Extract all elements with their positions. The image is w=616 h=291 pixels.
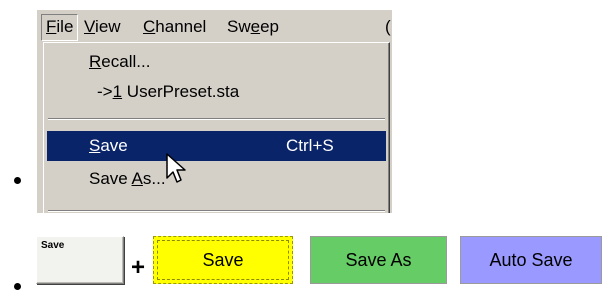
menu-item-save-as[interactable]: Save As... bbox=[47, 164, 386, 194]
auto-save-button[interactable]: Auto Save bbox=[460, 236, 602, 284]
save-as-label: Save As... bbox=[89, 169, 166, 188]
menu-sweep-key: e bbox=[250, 17, 261, 36]
menu-channel[interactable]: Channel bbox=[143, 17, 206, 37]
menu-file[interactable]: File bbox=[41, 14, 79, 41]
plus-sign: + bbox=[131, 254, 146, 281]
save-shortcut: Ctrl+S bbox=[286, 136, 334, 155]
recall-label: Recall... bbox=[89, 52, 151, 71]
menu-item-recall[interactable]: Recall... bbox=[47, 47, 386, 77]
save-label: Save bbox=[89, 136, 128, 155]
file-dropdown-menu: Recall... ->1 UserPreset.sta Save Ctrl+S… bbox=[43, 42, 390, 213]
mouse-pointer-icon bbox=[166, 153, 186, 183]
menu-file-key: F bbox=[46, 17, 57, 36]
menu-file-rest: ile bbox=[56, 17, 74, 36]
menu-sweep-b: ep bbox=[260, 17, 280, 36]
recent-prefix: -> bbox=[97, 82, 113, 101]
save-toolbar-label: Save bbox=[41, 240, 65, 251]
save-toolbar-button[interactable]: Save bbox=[36, 236, 124, 284]
menu-separator-bottom bbox=[48, 210, 385, 212]
bullet-1 bbox=[14, 177, 21, 184]
save-button[interactable]: Save bbox=[153, 236, 293, 284]
menu-view-key: V bbox=[84, 17, 96, 36]
menu-screenshot: File View Channel Sweep ( Recall... ->1 … bbox=[36, 10, 392, 213]
recent-label: ->1 UserPreset.sta bbox=[97, 77, 239, 107]
recent-num: 1 bbox=[112, 82, 123, 101]
menu-view-rest: iew bbox=[95, 17, 121, 36]
menu-channel-key: C bbox=[143, 17, 156, 36]
menu-sweep[interactable]: Sweep bbox=[227, 17, 279, 37]
menu-channel-rest: hannel bbox=[155, 17, 207, 36]
menu-separator bbox=[48, 118, 385, 120]
menu-item-recent-file[interactable]: ->1 UserPreset.sta bbox=[47, 77, 386, 107]
menu-sweep-a: Sw bbox=[227, 17, 251, 36]
menu-bar: File View Channel Sweep ( bbox=[37, 10, 392, 42]
menu-next-clipped: ( bbox=[385, 17, 391, 36]
menu-item-save[interactable]: Save Ctrl+S bbox=[47, 131, 386, 161]
recent-file: UserPreset.sta bbox=[122, 82, 240, 101]
save-as-button[interactable]: Save As bbox=[310, 236, 447, 284]
menu-view[interactable]: View bbox=[84, 17, 121, 37]
bullet-2 bbox=[14, 283, 21, 290]
